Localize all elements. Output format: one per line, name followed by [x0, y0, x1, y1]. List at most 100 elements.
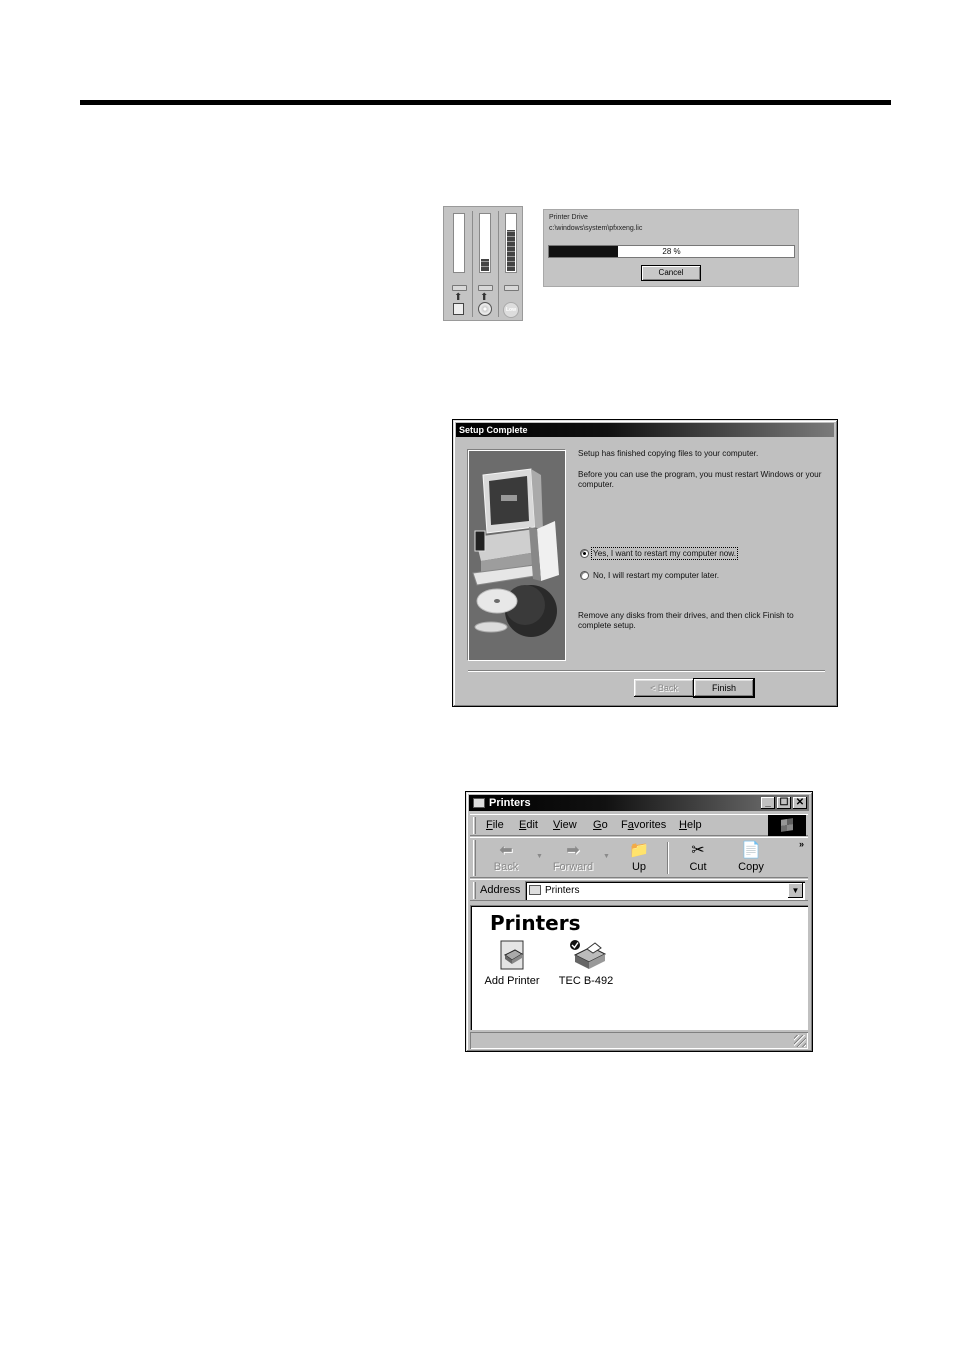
folder-heading: Printers — [490, 911, 581, 935]
dialog-divider — [468, 670, 825, 672]
scissors-icon: ✂ — [691, 842, 705, 859]
up-button[interactable]: 📁 Up — [615, 840, 663, 876]
up-arrow-icon: ⬆ — [454, 292, 463, 303]
install-gauges-panel: ⬆ ⬆ Low — [443, 206, 523, 321]
gauge-bar — [453, 213, 465, 273]
progress-file-path: c:\windows\system\pfxxeng.lic — [549, 225, 643, 232]
radio-button-selected[interactable] — [580, 549, 589, 558]
restart-later-option[interactable]: No, I will restart my computer later. — [580, 571, 719, 580]
menu-favorites-label: vorites — [633, 819, 667, 831]
close-button[interactable]: ✕ — [793, 797, 807, 809]
back-button[interactable]: < Back — [634, 679, 694, 697]
back-arrow-icon: ⬅ — [499, 842, 513, 859]
add-printer-item[interactable]: Add Printer — [474, 939, 550, 987]
progress-percent: 28 % — [662, 247, 681, 256]
cut-label: Cut — [689, 861, 707, 873]
gauge-divider — [498, 211, 499, 317]
cancel-button[interactable]: Cancel — [641, 265, 701, 281]
printer-label: TEC B-492 — [558, 975, 614, 987]
gauge-3: Low — [500, 211, 522, 319]
progress-title: Printer Drive — [549, 214, 588, 221]
forward-history-dropdown[interactable]: ▼ — [603, 853, 610, 860]
status-bar — [470, 1032, 808, 1049]
windows-throbber — [768, 815, 806, 836]
back-nav-label: Back — [493, 861, 519, 873]
menu-go-accel: G — [593, 819, 602, 831]
gauge-divider — [472, 211, 473, 317]
menu-help[interactable]: Help — [679, 819, 702, 831]
progress-bar: 28 % — [548, 245, 795, 258]
printers-folder-icon — [473, 798, 485, 808]
address-dropdown-button[interactable]: ▼ — [788, 883, 803, 898]
setup-message-remove-disks: Remove any disks from their drives, and … — [578, 611, 794, 630]
up-folder-icon: 📁 — [629, 842, 649, 859]
cd-install-icon — [478, 302, 492, 316]
menu-view-label: iew — [560, 819, 577, 831]
gauge-1: ⬆ — [448, 211, 470, 319]
setup-illustration — [468, 450, 566, 661]
address-input[interactable]: Printers ▼ — [525, 881, 805, 900]
printer-item-tec-b492[interactable]: TEC B-492 — [548, 939, 624, 987]
document-upload-icon — [453, 303, 464, 315]
printers-window: Printers _ ☐ ✕ File Edit View Go Favorit… — [465, 791, 813, 1052]
radio-button[interactable] — [580, 571, 589, 580]
minimize-button[interactable]: _ — [761, 797, 775, 809]
menubar-grip[interactable] — [473, 817, 476, 834]
windows-logo-icon — [781, 818, 793, 832]
printer-driver-progress-dialog: Printer Drive c:\windows\system\pfxxeng.… — [543, 209, 799, 287]
restart-now-label: Yes, I want to restart my computer now. — [590, 547, 739, 560]
menu-help-label: elp — [686, 819, 702, 831]
dialog-title: Setup Complete — [456, 423, 834, 437]
cut-button[interactable]: ✂ Cut — [674, 840, 722, 876]
resize-grip[interactable] — [794, 1035, 806, 1047]
window-title: Printers — [489, 797, 531, 809]
menu-file[interactable]: File — [486, 819, 504, 831]
menu-file-label: ile — [492, 819, 504, 831]
gauge-fill — [481, 259, 489, 271]
back-history-dropdown[interactable]: ▼ — [536, 853, 543, 860]
toolbar-grip[interactable] — [473, 840, 476, 876]
copy-button[interactable]: 📄 Copy — [727, 840, 775, 876]
setup-message-restart: Before you can use the program, you must… — [578, 470, 822, 489]
restart-later-label: No, I will restart my computer later. — [593, 571, 720, 580]
address-label: Address — [480, 884, 521, 896]
copy-label: Copy — [738, 861, 764, 873]
add-printer-icon — [495, 939, 529, 971]
menu-go-label: o — [601, 819, 608, 831]
default-printer-icon — [569, 939, 607, 971]
menu-file-accel: F — [486, 819, 493, 831]
gauge-button[interactable] — [478, 285, 493, 291]
standard-toolbar: ⬅ Back ▼ ➡ Forward ▼ 📁 Up ✂ Cut 📄 Copy » — [470, 837, 808, 878]
add-printer-label: Add Printer — [484, 975, 540, 987]
gauge-button[interactable] — [452, 285, 467, 291]
address-bar: Address Printers ▼ — [470, 879, 808, 901]
finish-button[interactable]: Finish — [693, 678, 755, 698]
low-disk-icon: Low — [503, 302, 519, 318]
gauge-button[interactable] — [504, 285, 519, 291]
menu-go[interactable]: Go — [593, 819, 608, 831]
setup-complete-dialog: Setup Complete Setup has finished copyin… — [452, 419, 838, 707]
up-label: Up — [631, 861, 647, 873]
menu-favorites[interactable]: Favorites — [621, 819, 666, 831]
toolbar-overflow-chevron[interactable]: » — [799, 839, 804, 849]
menu-favorites-pre: F — [621, 819, 628, 831]
restart-now-option[interactable]: Yes, I want to restart my computer now. — [580, 547, 739, 560]
gauge-fill — [507, 230, 515, 271]
window-titlebar: Printers _ ☐ ✕ — [469, 795, 809, 811]
menu-edit-label: dit — [526, 819, 538, 831]
computer-globe-illustration — [472, 468, 559, 637]
maximize-button[interactable]: ☐ — [777, 797, 791, 809]
forward-nav-label: Forward — [552, 861, 594, 873]
page-header-rule — [80, 100, 891, 105]
menu-help-accel: H — [679, 819, 687, 831]
forward-arrow-icon: ➡ — [566, 842, 580, 859]
menu-edit[interactable]: Edit — [519, 819, 538, 831]
toolbar-separator — [667, 842, 669, 874]
gauge-bar — [505, 213, 517, 273]
menu-view[interactable]: View — [553, 819, 577, 831]
printers-folder-icon — [529, 885, 541, 895]
back-nav-button[interactable]: ⬅ Back — [482, 840, 530, 876]
gauge-2: ⬆ — [474, 211, 496, 319]
forward-nav-button[interactable]: ➡ Forward — [549, 840, 597, 876]
addressbar-grip[interactable] — [473, 882, 476, 899]
